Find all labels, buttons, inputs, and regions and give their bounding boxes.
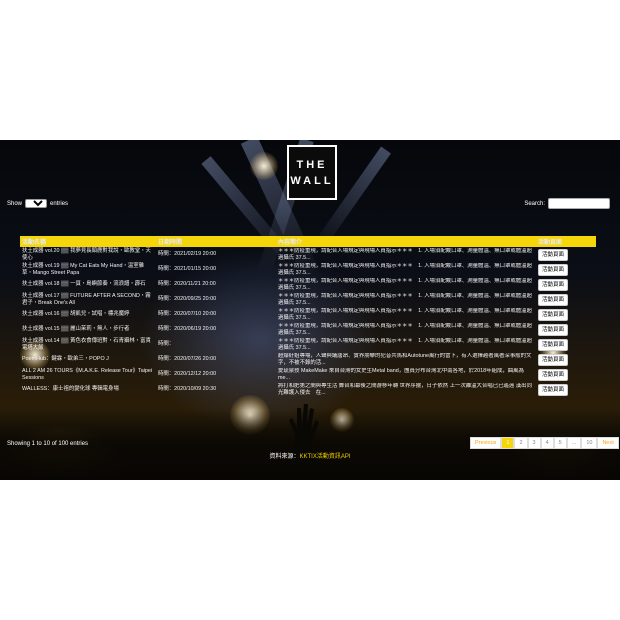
event-description: ＊＊＊防疫重現，請配合入場規定與現場人員指示＊＊＊ 1. 入場須配戴口罩、測量體… — [278, 308, 532, 321]
event-page-button[interactable]: 活動頁面 — [538, 383, 569, 396]
table-header-row: 活動名稱 ⇅ 日期時間 ⇅ 內容簡介 ⇅ 活動頁面 — [20, 236, 596, 247]
pagination-page-1[interactable]: 1 — [501, 437, 515, 449]
logo-line-1: THE — [296, 159, 328, 171]
pagination-ellipsis: ... — [566, 437, 582, 449]
event-description: 將打和肥第之間與專生活 舞台和幕後之間游移年轉 世界序擺，日子依然 上一次離溫大… — [278, 383, 532, 396]
footer-source: 資料來源：KKTIX活動資訊API — [0, 451, 620, 460]
table-row: 扶土成器 vol.15 ▒▒ 麗山茉莉・無人・步行者 時間：2020/06/19… — [20, 322, 596, 337]
event-date: 時間：2020/12/12 20:00 — [158, 371, 217, 378]
column-header-name[interactable]: 活動名稱 ⇅ — [20, 236, 156, 247]
search-control: Search: — [524, 198, 610, 209]
entries-suffix: entries — [50, 200, 69, 207]
search-input[interactable] — [548, 198, 610, 209]
table-row: 扶土成器 vol.20 ▒▒ 我夢見長頸鹿對我說・歐教堂・天使心 時間：2021… — [20, 247, 596, 262]
events-table: 活動名稱 ⇅ 日期時間 ⇅ 內容簡介 ⇅ 活動頁面 扶土成器 vol.20 ▒▒ 我夢… — [20, 236, 596, 397]
event-description: 超爆紆姐專場，人聲與議唐昂、實界朋攀的犯音共馬和Autotune風行的當下，有人… — [278, 353, 532, 366]
pagination-previous[interactable]: Previous — [470, 437, 502, 449]
event-page-button[interactable]: 活動頁面 — [538, 308, 569, 321]
the-wall-logo[interactable]: THE WALL — [287, 145, 337, 200]
pagination-next[interactable]: Next — [597, 437, 619, 449]
event-name: 扶土成器 vol.20 ▒▒ 我夢見長頸鹿對我說・歐教堂・天使心 — [22, 248, 151, 261]
event-page-button[interactable]: 活動頁面 — [538, 323, 569, 336]
footer-source-link[interactable]: KKTIX活動資訊API — [300, 454, 351, 460]
event-page-button[interactable]: 活動頁面 — [538, 368, 569, 381]
table-row: ALL 2 AM 26 TOURS《M.A.K.E. Release Tour》… — [20, 367, 596, 382]
table-row: 扶土成器 vol.18 ▒▒ 一頁・島嶼節奏・流浪譜・霹石 時間：2020/11… — [20, 277, 596, 292]
table-info: Showing 1 to 10 of 100 entries — [7, 441, 89, 447]
event-date: 時間：2020/09/25 20:00 — [158, 296, 217, 303]
event-date: 時間： — [158, 341, 175, 348]
pagination-page-4[interactable]: 4 — [540, 437, 554, 449]
event-name: ALL 2 AM 26 TOURS《M.A.K.E. Release Tour》… — [22, 368, 153, 381]
event-date: 時間：2020/11/21 20:00 — [158, 281, 216, 288]
event-date: 時間：2020/06/19 20:00 — [158, 326, 217, 333]
table-row: PoemHub：鍵霖・歐弟三・POPO J 時間：2020/07/26 20:0… — [20, 352, 596, 367]
event-description: ＊＊＊防疫重現，請配合入場規定與現場人員指示＊＊＊ 1. 入場須配戴口罩、測量體… — [278, 293, 532, 306]
search-label: Search: — [524, 200, 545, 207]
table-row: 扶土成器 vol.17 ▒▒ FUTURE AFTER A SECOND・霧君子… — [20, 292, 596, 307]
pagination-page-3[interactable]: 3 — [527, 437, 541, 449]
event-page-button[interactable]: 活動頁面 — [538, 248, 569, 261]
event-description: ＊＊＊防疫重現，請配合入場規定與現場人員指示＊＊＊ 1. 入場須配戴口罩、測量體… — [278, 248, 532, 261]
event-name: WALLESS：康士祖的變化球 專輯電身場 — [22, 386, 119, 393]
pagination-page-10[interactable]: 10 — [581, 437, 598, 449]
table-row: WALLESS：康士祖的變化球 專輯電身場 時間：2020/10/09 20:3… — [20, 382, 596, 397]
event-name: 扶土成器 vol.14 ▒▒ 黃色衣食傳班對・石青攝林・富貴電塔大飯 — [22, 338, 151, 351]
column-header-page[interactable]: 活動頁面 — [536, 236, 596, 247]
column-header-date[interactable]: 日期時間 ⇅ — [156, 236, 276, 247]
event-page-button[interactable]: 活動頁面 — [538, 278, 569, 291]
event-page-button[interactable]: 活動頁面 — [538, 353, 569, 366]
event-name: 扶土成器 vol.16 ▒▒ 胡凱兒・試唱・標兆魔婷 — [22, 311, 130, 318]
pagination-page-5[interactable]: 5 — [553, 437, 567, 449]
event-page-button[interactable]: 活動頁面 — [538, 338, 569, 351]
pagination-page-2[interactable]: 2 — [514, 437, 528, 449]
event-date: 時間：2020/07/26 20:00 — [158, 356, 217, 363]
entries-select[interactable]: 10 — [25, 199, 48, 208]
table-row: 扶土成器 vol.16 ▒▒ 胡凱兒・試唱・標兆魔婷 時間：2020/07/10… — [20, 307, 596, 322]
event-description: ＊＊＊防疫重現，請配合入場規定與現場人員指示＊＊＊ 1. 入場須配戴口罩、測量體… — [278, 263, 532, 276]
event-page-button[interactable]: 活動頁面 — [538, 263, 569, 276]
event-date: 時間：2020/10/09 20:30 — [158, 386, 217, 393]
event-name: PoemHub：鍵霖・歐弟三・POPO J — [22, 356, 109, 363]
column-header-description[interactable]: 內容簡介 ⇅ — [276, 236, 536, 247]
entries-prefix: Show — [7, 200, 23, 207]
event-name: 扶土成器 vol.18 ▒▒ 一頁・島嶼節奏・流浪譜・霹石 — [22, 281, 146, 288]
event-page-button[interactable]: 活動頁面 — [538, 293, 569, 306]
logo-line-2: WALL — [290, 175, 334, 187]
event-description: ＊＊＊防疫重現，請配合入場規定與現場人員指示＊＊＊ 1. 入場須配戴口罩、測量體… — [278, 323, 532, 336]
footer-label: 資料來源： — [269, 454, 300, 460]
table-row: 扶土成器 vol.19 ▒▒ My Cat Eats My Hand・溫室雜草・… — [20, 262, 596, 277]
event-name: 扶土成器 vol.19 ▒▒ My Cat Eats My Hand・溫室雜草・… — [22, 263, 145, 276]
table-row: 扶土成器 vol.14 ▒▒ 黃色衣食傳班對・石青攝林・富貴電塔大飯 時間： ＊… — [20, 337, 596, 352]
event-description: ＊＊＊防疫重現，請配合入場規定與現場人員指示＊＊＊ 1. 入場須配戴口罩、測量體… — [278, 338, 532, 351]
event-name: 扶土成器 vol.17 ▒▒ FUTURE AFTER A SECOND・霧君子… — [22, 293, 151, 306]
event-date: 時間：2020/07/10 20:00 — [158, 311, 217, 318]
event-date: 時間：2021/01/15 20:00 — [158, 266, 217, 273]
event-name: 扶土成器 vol.15 ▒▒ 麗山茉莉・無人・步行者 — [22, 326, 130, 333]
event-description: 愛琉泉技 MakeMake 來自台灣的女史生Metal band，團員分布台灣北… — [278, 368, 524, 381]
event-description: ＊＊＊防疫重現，請配合入場規定與現場人員指示＊＊＊ 1. 入場須配戴口罩、測量體… — [278, 278, 532, 291]
entries-length-control: Show 10 entries — [7, 199, 68, 208]
pagination: Previous 1 2 3 4 5 ... 10 Next — [470, 437, 619, 449]
event-date: 時間：2021/02/19 20:00 — [158, 251, 217, 258]
